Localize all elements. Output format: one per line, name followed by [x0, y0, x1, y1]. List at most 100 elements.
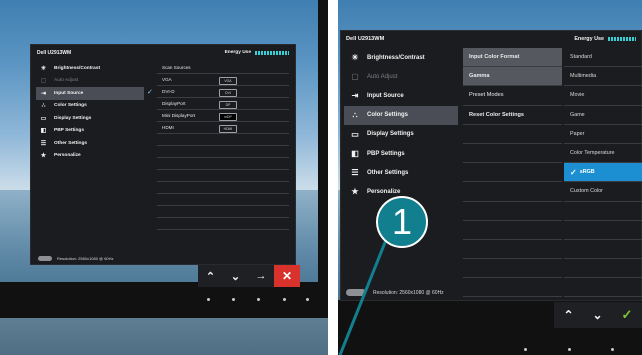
connector-port-icon: DP [219, 101, 237, 109]
right-preset-mode-option[interactable]: Movie [564, 86, 642, 106]
right-preset-mode-option[interactable]: Color Temperature [564, 144, 642, 164]
brightness-icon: ☀ [40, 65, 47, 72]
left-input-source-row[interactable]: Mini DisplayPort mDP [157, 110, 289, 122]
right-preset-mode-label: Multimedia [570, 73, 597, 80]
left-power-led [306, 298, 309, 301]
left-empty-row [157, 206, 289, 218]
left-menu-item-color-settings[interactable]: ∴ Color Settings [36, 100, 144, 113]
brightness-icon: ☀ [351, 53, 359, 63]
right-menu-item-label: Display Settings [367, 131, 414, 138]
left-menu-item-input-source[interactable]: ⇥ Input Source [36, 87, 144, 100]
color-settings-icon: ∴ [41, 103, 46, 110]
right-menu-item-input-source[interactable]: ⇥ Input Source [344, 86, 458, 105]
right-menu-item-label: Personalize [367, 188, 401, 195]
left-empty-row [157, 134, 289, 146]
left-main-menu: ☀ Brightness/Contrast ▢ Auto Adjust ⇥ Input S… [36, 62, 144, 162]
left-energy-use: Energy Use [225, 50, 289, 55]
right-empty-row [463, 182, 562, 202]
right-osd-header: Dell U2913WM Energy Use [340, 30, 642, 47]
right-empty-row [564, 259, 642, 279]
left-resolution-info: Resolution: 2560x1080 @ 60Hz [38, 256, 114, 261]
left-empty-row [157, 218, 289, 230]
right-color-setting-label: Preset Modes [469, 92, 504, 99]
auto-adjust-icon: ▢ [351, 72, 359, 82]
left-input-source-label: DisplayPort [162, 101, 186, 106]
left-bezel-led-2 [232, 298, 235, 301]
left-empty-row [157, 158, 289, 170]
right-menu-item-display-settings[interactable]: ▭ Display Settings [344, 125, 458, 144]
right-color-setting-row[interactable]: Gamma [463, 67, 562, 87]
right-menu-item-other-settings[interactable]: ☰ Other Settings [344, 163, 458, 182]
connector-port-icon: VGA [219, 77, 237, 85]
right-empty-row [564, 278, 642, 298]
left-input-source-label: DVI-D [162, 89, 175, 94]
left-menu-item-label: PBP Settings [54, 128, 85, 134]
right-bezel-led-2 [568, 348, 571, 351]
left-down-button[interactable]: ⌄ [223, 265, 248, 287]
left-menu-item-other-settings[interactable]: ☰ Other Settings [36, 137, 144, 150]
right-energy-label: Energy Use [574, 35, 604, 42]
other-settings-icon: ☰ [40, 140, 47, 147]
left-menu-item-display-settings[interactable]: ▭ Display Settings [36, 112, 144, 125]
display-settings-icon: ▭ [40, 115, 47, 122]
left-menu-item-label: Brightness/Contrast [54, 65, 101, 71]
personalize-icon: ★ [351, 187, 359, 197]
left-input-source-row[interactable]: DisplayPort DP [157, 98, 289, 110]
left-input-source-label: Mini DisplayPort [162, 113, 196, 118]
left-osd-buttons: ⌃ ⌄ → ✕ [198, 265, 300, 287]
right-menu-item-label: Auto Adjust [367, 73, 398, 80]
right-up-button[interactable]: ⌃ [554, 302, 583, 328]
right-menu-item-label: Brightness/Contrast [367, 54, 425, 61]
right-empty-row [463, 163, 562, 183]
left-menu-item-label: Color Settings [54, 103, 87, 109]
down-chevron-icon: ⌄ [230, 270, 241, 283]
auto-adjust-icon: ▢ [40, 78, 47, 85]
left-input-source-row[interactable]: HDMI HDMI [157, 122, 289, 134]
right-preset-mode-option[interactable]: ✓ sRGB [564, 163, 642, 183]
right-down-button[interactable]: ⌄ [583, 302, 612, 328]
right-preset-mode-option[interactable]: Multimedia [564, 67, 642, 87]
right-model-name: Dell U2913WM [346, 35, 385, 42]
right-ok-button[interactable]: ✓ [612, 302, 642, 328]
right-color-setting-row[interactable]: Preset Modes [463, 86, 562, 106]
other-settings-icon: ☰ [351, 168, 359, 178]
down-chevron-icon: ⌄ [592, 308, 603, 322]
right-menu-item-label: PBP Settings [367, 150, 405, 157]
right-preset-mode-label: sRGB [579, 169, 595, 176]
right-preset-mode-option[interactable]: Game [564, 106, 642, 125]
up-chevron-icon: ⌃ [563, 308, 574, 322]
left-menu-item-label: Personalize [54, 153, 81, 159]
right-empty-row [564, 202, 642, 221]
left-right-button[interactable]: → [248, 265, 274, 287]
left-empty-row [157, 146, 289, 158]
left-menu-item-brightness-contrast[interactable]: ☀ Brightness/Contrast [36, 62, 144, 75]
right-energy-use: Energy Use [574, 36, 636, 42]
left-menu-item-label: Input Source [54, 90, 84, 96]
right-bezel-led-1 [524, 348, 527, 351]
right-energy-bar [608, 36, 636, 41]
right-menu-item-brightness-contrast[interactable]: ☀ Brightness/Contrast [344, 48, 458, 67]
right-preset-mode-option[interactable]: Custom Color [564, 182, 642, 202]
right-preset-mode-label: Paper [570, 130, 585, 137]
left-up-button[interactable]: ⌃ [198, 265, 223, 287]
right-empty-row [463, 259, 562, 279]
left-resolution-icon [38, 256, 52, 261]
right-menu-item-label: Other Settings [367, 169, 409, 176]
left-input-source-row[interactable]: Scan Sources [157, 62, 289, 74]
right-preset-mode-option[interactable]: Standard [564, 48, 642, 68]
left-menu-item-pbp-settings[interactable]: ◧ PBP Settings [36, 125, 144, 138]
right-color-setting-row[interactable]: Input Color Format [463, 48, 562, 68]
right-menu-item-color-settings[interactable]: ∴ Color Settings [344, 105, 458, 125]
right-menu-item-pbp-settings[interactable]: ◧ PBP Settings [344, 144, 458, 163]
right-arrow-icon: → [255, 270, 267, 282]
right-empty-row [463, 278, 562, 298]
left-menu-item-personalize[interactable]: ★ Personalize [36, 150, 144, 163]
left-input-source-row[interactable]: VGA VGA [157, 74, 289, 86]
checkmark-icon: ✓ [621, 307, 633, 322]
left-input-source-row[interactable]: ✓ DVI-D DVI [147, 86, 289, 98]
right-color-setting-row[interactable]: Reset Color Settings [463, 106, 562, 125]
left-menu-item-auto-adjust[interactable]: ▢ Auto Adjust [36, 75, 144, 88]
left-close-button[interactable]: ✕ [274, 265, 300, 287]
right-preset-mode-option[interactable]: Paper [564, 125, 642, 144]
right-menu-item-auto-adjust[interactable]: ▢ Auto Adjust [344, 67, 458, 86]
